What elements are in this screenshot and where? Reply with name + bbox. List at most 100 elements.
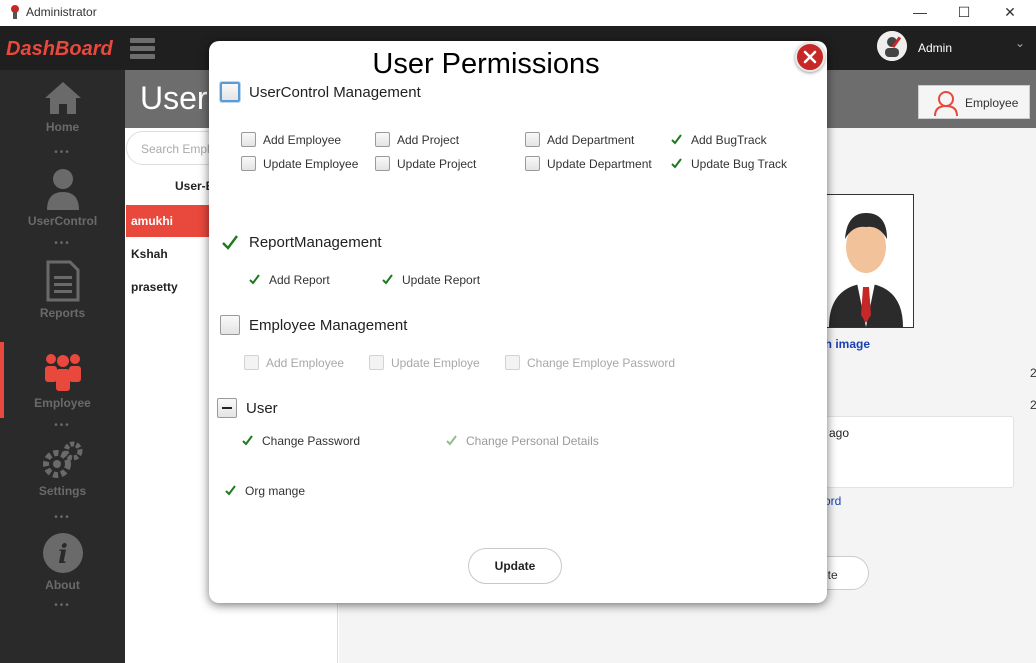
sidebar-item-label: About — [45, 578, 80, 592]
checkmark-icon — [671, 134, 682, 145]
update-department-checkbox[interactable]: Update Department — [525, 156, 652, 171]
brand-logo: DashBoard — [6, 38, 113, 60]
update-employe-disabled-checkbox: Update Employe — [369, 355, 480, 370]
separator-dots: ••• — [54, 600, 71, 611]
dialog-title: User Permissions — [372, 48, 600, 80]
admin-avatar[interactable] — [877, 31, 907, 61]
group-icon — [44, 354, 81, 391]
window-titlebar: Administrator — ☐ ✕ — [0, 0, 1036, 26]
usercontrol-management-checkbox[interactable]: UserControl Management — [220, 82, 421, 102]
checkmark-icon — [249, 274, 260, 285]
employee-button[interactable]: Employee — [918, 85, 1030, 119]
checkbox-box — [525, 132, 540, 147]
separator-dots: ••• — [54, 512, 71, 523]
sidebar-item-usercontrol[interactable]: UserControl — [0, 168, 125, 228]
update-report-checkbox[interactable]: Update Report — [380, 272, 480, 287]
edge-text: 2 — [1030, 398, 1036, 412]
user-column-header[interactable]: User-E — [175, 179, 214, 193]
checkbox-label: Add Employee — [263, 132, 342, 147]
dialog-close-button[interactable] — [795, 42, 825, 72]
add-department-checkbox[interactable]: Add Department — [525, 132, 634, 147]
checkmark-icon — [671, 158, 682, 169]
update-employee-checkbox[interactable]: Update Employee — [241, 156, 358, 171]
separator-dots: ••• — [54, 238, 71, 249]
sidebar-item-label: Home — [45, 120, 80, 134]
document-icon — [46, 260, 79, 302]
activity-text: ago — [829, 426, 850, 440]
minimize-button[interactable]: — — [900, 2, 940, 22]
active-indicator — [0, 342, 4, 418]
change-password-checkbox[interactable]: Change Password — [240, 433, 360, 448]
checkmark-icon — [225, 485, 236, 496]
maximize-button[interactable]: ☐ — [944, 2, 984, 22]
separator-dots: ••• — [54, 147, 71, 158]
checkbox-label: UserControl Management — [249, 83, 421, 101]
checkbox-label: Add Project — [397, 132, 460, 147]
employee-avatar-icon — [934, 91, 958, 116]
sidebar-item-label: Employee — [34, 396, 91, 410]
close-icon — [803, 50, 817, 64]
checkbox-label: Update Department — [547, 156, 652, 171]
window-title: Administrator — [26, 5, 97, 19]
checkbox-box — [375, 156, 390, 171]
update-button[interactable]: Update — [468, 548, 562, 584]
checkbox-label: Change Employe Password — [527, 355, 676, 370]
gear-icon — [42, 441, 82, 478]
add-employee-checkbox[interactable]: Add Employee — [241, 132, 341, 147]
checkbox-box — [220, 82, 240, 102]
checkmark-icon — [242, 435, 253, 446]
user-icon — [46, 169, 79, 210]
add-bugtrack-checkbox[interactable]: Add BugTrack — [669, 132, 767, 147]
edge-text: 2 — [1030, 366, 1036, 380]
checkbox-label: Change Personal Details — [466, 433, 599, 448]
report-management-checkbox[interactable]: ReportManagement — [220, 232, 382, 252]
checkbox-label: Update Project — [397, 156, 477, 171]
checkbox-box — [244, 355, 259, 370]
sidebar-item-about[interactable]: i About — [0, 532, 125, 592]
checkbox-label: Change Password — [262, 433, 361, 448]
employee-management-checkbox[interactable]: Employee Management — [220, 315, 407, 335]
checkbox-box — [369, 355, 384, 370]
activity-card: ago — [818, 416, 1014, 488]
add-project-checkbox[interactable]: Add Project — [375, 132, 459, 147]
checkbox-label: Add BugTrack — [691, 132, 767, 147]
admin-username[interactable]: Admin — [918, 41, 952, 55]
app-logo-icon — [11, 5, 19, 19]
update-bugtrack-checkbox[interactable]: Update Bug Track — [669, 156, 787, 171]
separator-dots: ••• — [54, 420, 71, 431]
employee-button-label: Employee — [965, 96, 1019, 110]
info-icon: i — [42, 533, 83, 573]
sidebar-item-home[interactable]: Home — [0, 80, 125, 134]
indeterminate-box — [217, 398, 237, 418]
change-employe-password-disabled-checkbox: Change Employe Password — [505, 355, 675, 370]
checkbox-label: User — [246, 399, 278, 417]
checkmark-icon — [446, 435, 457, 446]
user-checkbox[interactable]: User — [217, 398, 278, 418]
hamburger-menu-icon[interactable] — [130, 38, 155, 60]
sidebar-item-label: UserControl — [27, 214, 98, 228]
sidebar-item-employee[interactable]: Employee — [0, 342, 125, 418]
checkbox-label: Add Department — [547, 132, 635, 147]
org-mange-checkbox[interactable]: Org mange — [223, 483, 305, 498]
add-employee-disabled-checkbox: Add Employee — [244, 355, 344, 370]
sidebar-item-settings[interactable]: Settings — [0, 440, 125, 498]
checkbox-label: Employee Management — [249, 316, 408, 334]
checkbox-box — [375, 132, 390, 147]
sidebar-item-reports[interactable]: Reports — [0, 260, 125, 320]
chevron-down-icon[interactable]: ⌄ — [1015, 36, 1025, 50]
add-report-checkbox[interactable]: Add Report — [247, 272, 330, 287]
checkbox-label: Add Employee — [266, 355, 345, 370]
checkbox-box — [220, 315, 240, 335]
change-personal-details-checkbox[interactable]: Change Personal Details — [444, 433, 599, 448]
svg-text:i: i — [58, 540, 68, 570]
checkbox-box — [241, 156, 256, 171]
update-project-checkbox[interactable]: Update Project — [375, 156, 476, 171]
checkbox-label: Update Report — [402, 272, 481, 287]
checkbox-label: Update Employee — [263, 156, 359, 171]
sidebar-item-label: Settings — [38, 484, 87, 498]
window-close-button[interactable]: ✕ — [990, 2, 1030, 22]
checkbox-box — [505, 355, 520, 370]
checkbox-label: ReportManagement — [249, 233, 382, 251]
employee-photo — [818, 194, 914, 328]
checkbox-label: Update Bug Track — [691, 156, 788, 171]
